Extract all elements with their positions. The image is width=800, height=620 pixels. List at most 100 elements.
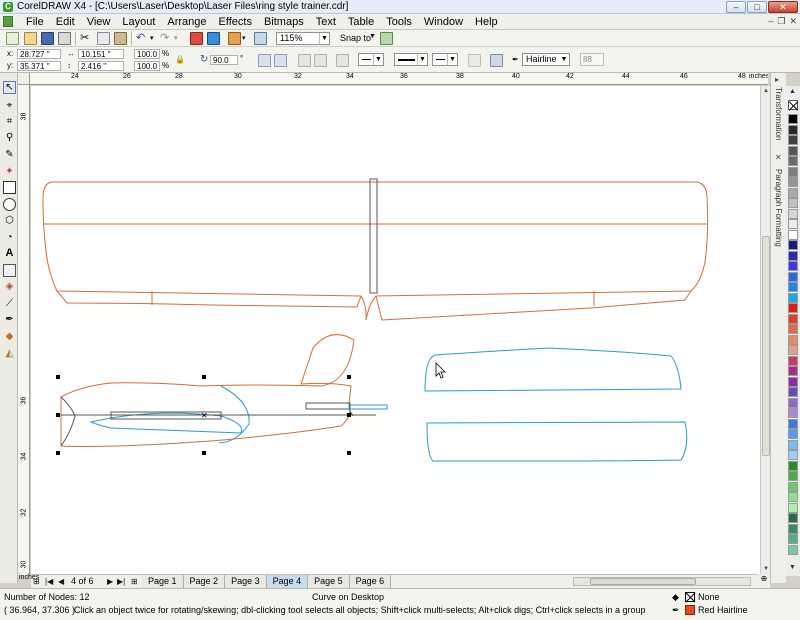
application-launcher-icon[interactable]	[228, 32, 241, 45]
interactive-blend-tool-icon[interactable]: ◈	[3, 280, 16, 293]
horizontal-scroll-thumb[interactable]	[590, 578, 696, 585]
height-input[interactable]: 2.416 "	[78, 61, 124, 71]
snap-to-button[interactable]: Snap to	[340, 33, 371, 43]
selection-handle[interactable]	[347, 451, 351, 455]
color-swatch[interactable]	[788, 187, 798, 198]
undo-icon[interactable]: ↶	[136, 32, 149, 45]
color-swatch[interactable]	[788, 156, 798, 166]
table-tool-icon[interactable]	[3, 264, 16, 277]
palette-scroll-down-icon[interactable]: ▼	[789, 564, 796, 571]
redo-icon[interactable]: ↷	[160, 32, 173, 45]
crop-tool-icon[interactable]: ⌗	[3, 115, 16, 128]
fuselage-outline[interactable]	[60, 334, 355, 447]
horizontal-ruler[interactable]: 24 26 28 30 32 34 36 38 40 42 44 46 48 i…	[30, 73, 768, 85]
fill-bucket-icon[interactable]: ◆	[672, 592, 682, 602]
color-swatch[interactable]	[788, 229, 798, 240]
selection-handle[interactable]	[56, 413, 60, 417]
color-swatch[interactable]	[788, 523, 798, 534]
color-swatch[interactable]	[788, 439, 798, 450]
color-swatch[interactable]	[788, 502, 798, 513]
vertical-scroll-thumb[interactable]	[762, 236, 770, 456]
color-swatch[interactable]	[788, 481, 798, 492]
color-swatch[interactable]	[788, 124, 798, 135]
outline-pen-icon[interactable]: ✒	[672, 605, 682, 616]
interactive-fill-tool-icon[interactable]: ◭	[3, 347, 16, 360]
menu-layout[interactable]: Layout	[116, 15, 161, 29]
redo-dropdown-icon[interactable]: ▾	[174, 32, 187, 45]
vertical-scrollbar[interactable]: ▲ ▼	[760, 86, 770, 574]
chevron-down-icon[interactable]: ▼	[369, 33, 376, 40]
color-swatch[interactable]	[788, 261, 798, 271]
zoom-level-select[interactable]: 115% ▼	[276, 32, 330, 45]
menu-arrange[interactable]: Arrange	[161, 15, 212, 29]
color-swatch[interactable]	[788, 240, 798, 250]
next-page-icon[interactable]: ▶	[107, 577, 113, 586]
stabilizer-tab[interactable]	[348, 404, 388, 410]
navigator-icon[interactable]: ⊕	[758, 574, 770, 588]
menu-tools[interactable]: Tools	[380, 15, 418, 29]
docker-tab-transformation[interactable]: Transformation	[774, 87, 783, 141]
fuselage-nose[interactable]	[60, 396, 76, 447]
zoom-tool-icon[interactable]: ⚲	[3, 131, 16, 144]
minimize-icon[interactable]: –	[726, 1, 746, 13]
open-folder-icon[interactable]	[24, 32, 37, 45]
text-tool-icon[interactable]: A	[3, 247, 16, 260]
curve-to-line-icon[interactable]	[298, 54, 311, 67]
color-swatch[interactable]	[788, 544, 798, 555]
vertical-ruler[interactable]: 38 36 34 32 30	[18, 85, 30, 575]
wing-center-section[interactable]	[369, 178, 378, 294]
scale-y-input[interactable]: 100.0	[134, 61, 160, 71]
line-to-curve-icon[interactable]	[314, 54, 327, 67]
palette-scroll-up-icon[interactable]: ▲	[789, 88, 796, 95]
color-swatch[interactable]	[788, 208, 798, 219]
color-swatch[interactable]	[788, 471, 798, 481]
color-swatch[interactable]	[788, 324, 798, 334]
chevron-down-icon[interactable]: ▼	[373, 54, 383, 65]
color-swatch[interactable]	[788, 292, 798, 303]
ruler-origin[interactable]	[18, 73, 30, 85]
wing-outline[interactable]	[42, 181, 709, 321]
page-tab-3[interactable]: Page 3	[225, 575, 267, 588]
chevron-down-icon[interactable]: ▼	[447, 54, 457, 65]
menu-edit[interactable]: Edit	[50, 15, 81, 29]
scale-x-input[interactable]: 100.0	[134, 49, 160, 59]
menu-window[interactable]: Window	[418, 15, 469, 29]
horizontal-scrollbar[interactable]	[573, 577, 751, 586]
menu-text[interactable]: Text	[310, 15, 342, 29]
paste-icon[interactable]	[114, 32, 127, 45]
stabilizer-mount[interactable]	[305, 402, 351, 410]
rotation-input[interactable]: 90.0	[210, 55, 238, 65]
color-swatch[interactable]	[788, 534, 798, 544]
elevator-lower[interactable]	[426, 421, 688, 462]
color-swatch[interactable]	[788, 145, 798, 156]
color-swatch[interactable]	[788, 513, 798, 523]
outline-color-swatch[interactable]	[685, 605, 695, 615]
selection-handle[interactable]	[347, 375, 351, 379]
color-swatch[interactable]	[788, 166, 798, 177]
color-swatch[interactable]	[788, 429, 798, 439]
selection-handle[interactable]	[56, 375, 60, 379]
docker-arrow-icon[interactable]: ▸	[775, 75, 779, 84]
menu-effects[interactable]: Effects	[213, 15, 258, 29]
docker-tab-paragraph-formatting[interactable]: Paragraph Formatting	[774, 169, 783, 247]
save-icon[interactable]	[41, 32, 54, 45]
color-swatch[interactable]	[788, 460, 798, 471]
color-swatch[interactable]	[788, 313, 798, 324]
page-tab-6[interactable]: Page 6	[349, 575, 392, 588]
color-swatch[interactable]	[788, 334, 798, 345]
page-tab-1[interactable]: Page 1	[142, 575, 184, 588]
end-arrowhead-select[interactable]: ▼	[432, 53, 458, 66]
canopy-outline[interactable]	[89, 412, 243, 434]
cut-icon[interactable]: ✂	[80, 32, 93, 45]
color-swatch[interactable]	[788, 345, 798, 355]
eyedropper-tool-icon[interactable]: ⟋	[3, 297, 16, 310]
document-icon[interactable]	[3, 16, 13, 27]
first-page-icon[interactable]: |◀	[45, 577, 53, 586]
options-icon[interactable]	[380, 32, 393, 45]
menu-help[interactable]: Help	[469, 15, 504, 29]
chevron-down-icon[interactable]: ▼	[319, 33, 329, 44]
chevron-down-icon[interactable]: ▼	[417, 54, 427, 65]
polygon-tool-icon[interactable]: ⬡	[3, 214, 16, 227]
selection-handle[interactable]	[56, 451, 60, 455]
arrange-icon[interactable]	[490, 54, 503, 67]
